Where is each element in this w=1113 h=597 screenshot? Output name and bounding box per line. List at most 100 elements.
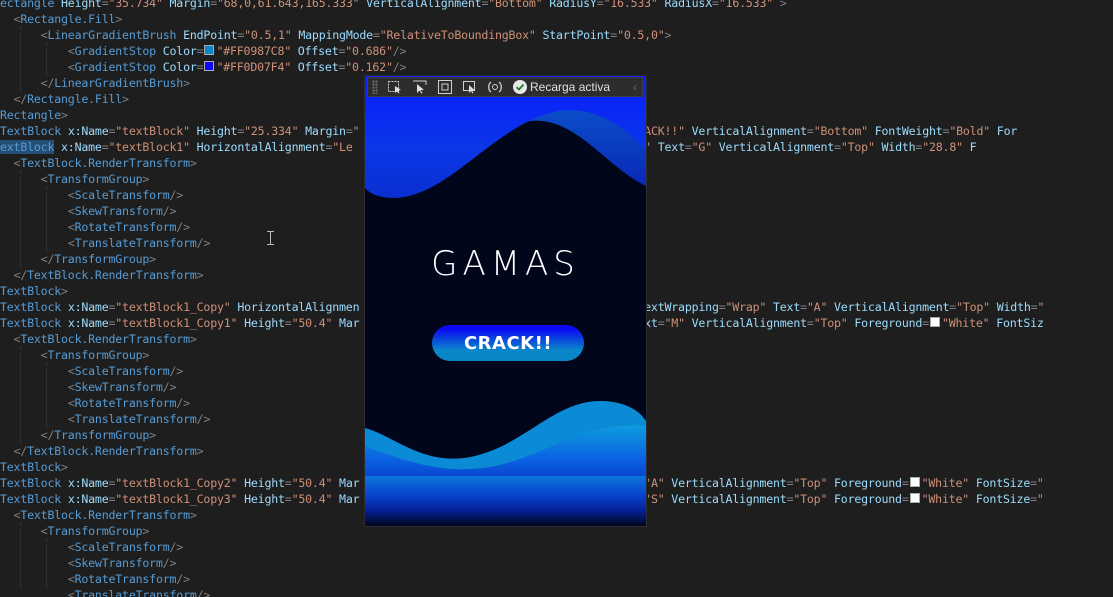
code-line[interactable]: TextBlock> <box>0 283 68 299</box>
code-token: SkewTransform <box>74 380 163 394</box>
code-line[interactable]: <RotateTransform/> <box>0 571 190 587</box>
code-token: "White" <box>921 492 970 506</box>
code-token: "textBlock1_Copy2" <box>115 476 238 490</box>
code-line[interactable]: <ScaleTransform/> <box>0 187 183 203</box>
code-token: Margin <box>298 124 346 138</box>
code-token: /> <box>169 364 184 378</box>
code-token: TextBlock.RenderTransform <box>20 332 190 346</box>
code-line[interactable]: </TextBlock.RenderTransform> <box>0 267 204 283</box>
code-token: = <box>1030 476 1037 490</box>
code-token: /> <box>162 204 177 218</box>
code-token: TranslateTransform <box>74 412 197 426</box>
code-token: FontWeight <box>867 124 943 138</box>
code-token: Height <box>61 0 102 10</box>
code-token: FontSiz <box>989 316 1044 330</box>
indent-guide <box>20 171 21 269</box>
code-token: Foreground <box>847 316 923 330</box>
code-line[interactable]: TextBlock> <box>0 459 68 475</box>
code-line[interactable]: <TransformGroup> <box>0 347 150 363</box>
app-title: GAMAS <box>431 244 580 284</box>
code-line[interactable]: <ScaleTransform/> <box>0 539 183 555</box>
code-token: = <box>284 316 292 330</box>
code-token: TextBlock <box>0 316 68 330</box>
code-line[interactable]: <GradientStop Color= "#FF0987C8" Offset="… <box>0 43 407 59</box>
code-token: </ <box>40 252 55 266</box>
code-token: F <box>962 140 977 154</box>
crack-button[interactable]: CRACK!! <box>432 325 584 361</box>
code-token: = <box>806 316 814 330</box>
ibeam-cursor-icon <box>267 231 274 245</box>
code-token: = <box>101 140 109 154</box>
code-line[interactable]: <RotateTransform/> <box>0 219 190 235</box>
indent-guide <box>20 27 21 93</box>
code-token: = <box>284 492 292 506</box>
code-line[interactable]: </TransformGroup> <box>0 251 156 267</box>
code-token: = <box>596 0 604 10</box>
code-token: Height <box>237 476 285 490</box>
code-token: TextBlock <box>0 492 68 506</box>
code-token: "RelativeToBoundingBox" <box>379 28 536 42</box>
code-token: > <box>189 156 197 170</box>
code-line[interactable]: <TransformGroup> <box>0 523 150 539</box>
code-token: > <box>61 108 68 122</box>
pointer-icon[interactable] <box>409 78 431 96</box>
code-line[interactable]: <TranslateTransform/> <box>0 411 211 427</box>
code-token: = <box>834 140 841 154</box>
code-token: "#FF0987C8" <box>216 44 292 58</box>
code-line[interactable]: <SkewTransform/> <box>0 555 177 571</box>
code-token: VerticalAlignment <box>712 140 835 154</box>
display-adorners-icon[interactable] <box>434 78 456 96</box>
code-token: "68,0,61.643,165.333" <box>217 0 360 10</box>
code-token: " <box>1037 300 1045 314</box>
code-token: "0.5,0" <box>617 28 665 42</box>
code-line[interactable]: <TranslateTransform/> <box>0 235 211 251</box>
code-line[interactable]: <RotateTransform/> <box>0 395 190 411</box>
code-token: "textBlock" <box>115 124 190 138</box>
hot-reload-label: Recarga activa <box>530 80 611 94</box>
color-swatch <box>204 61 215 71</box>
code-line[interactable]: <TextBlock.RenderTransform> <box>0 507 197 523</box>
code-line[interactable]: </Rectangle.Fill> <box>0 91 129 107</box>
code-line[interactable]: <Rectangle.Fill> <box>0 11 123 27</box>
code-token: x:Name <box>67 300 109 314</box>
code-line[interactable]: <GradientStop Color= "#FF0D07F4" Offset="… <box>0 59 407 75</box>
code-token: = <box>1030 492 1037 506</box>
color-swatch <box>929 317 940 327</box>
code-token: "Top" <box>840 140 875 154</box>
collapse-toolbar-icon[interactable]: ‹ <box>633 80 637 94</box>
code-line[interactable]: ectangle Height="35.734" Margin="68,0,61… <box>0 0 787 11</box>
code-line[interactable]: </TransformGroup> <box>0 427 156 443</box>
code-line[interactable]: <TransformGroup> <box>0 171 150 187</box>
code-token: SkewTransform <box>74 556 163 570</box>
code-token: > <box>149 252 156 266</box>
code-token: = <box>718 300 726 314</box>
code-line[interactable]: <SkewTransform/> <box>0 379 177 395</box>
select-element-icon[interactable] <box>384 78 406 96</box>
code-token: > <box>61 284 68 298</box>
toolbar-grip-icon[interactable] <box>372 80 378 94</box>
code-line[interactable]: <SkewTransform/> <box>0 203 177 219</box>
code-line[interactable]: Rectangle> <box>0 107 68 123</box>
code-token: = <box>196 60 204 74</box>
code-line[interactable]: <TranslateTransform/> <box>0 587 211 597</box>
code-line[interactable]: <TextBlock.RenderTransform> <box>0 155 197 171</box>
code-token: "Bottom" <box>488 0 543 10</box>
code-token: Rectangle <box>0 108 62 122</box>
code-line[interactable]: <ScaleTransform/> <box>0 363 183 379</box>
code-line[interactable]: <TextBlock.RenderTransform> <box>0 331 197 347</box>
indent-guide <box>20 523 21 589</box>
indent-guide <box>46 187 47 253</box>
hot-reload-status[interactable]: Recarga activa <box>513 80 610 94</box>
track-focus-icon[interactable] <box>459 78 481 96</box>
code-line[interactable]: </LinearGradientBrush> <box>0 75 190 91</box>
code-token: > <box>196 444 204 458</box>
binding-failures-icon[interactable] <box>484 78 506 96</box>
code-line[interactable]: </TextBlock.RenderTransform> <box>0 443 204 459</box>
code-line[interactable]: <LinearGradientBrush EndPoint="0.5,1" Ma… <box>0 27 672 43</box>
code-token: TextBlock.RenderTransform <box>20 156 190 170</box>
